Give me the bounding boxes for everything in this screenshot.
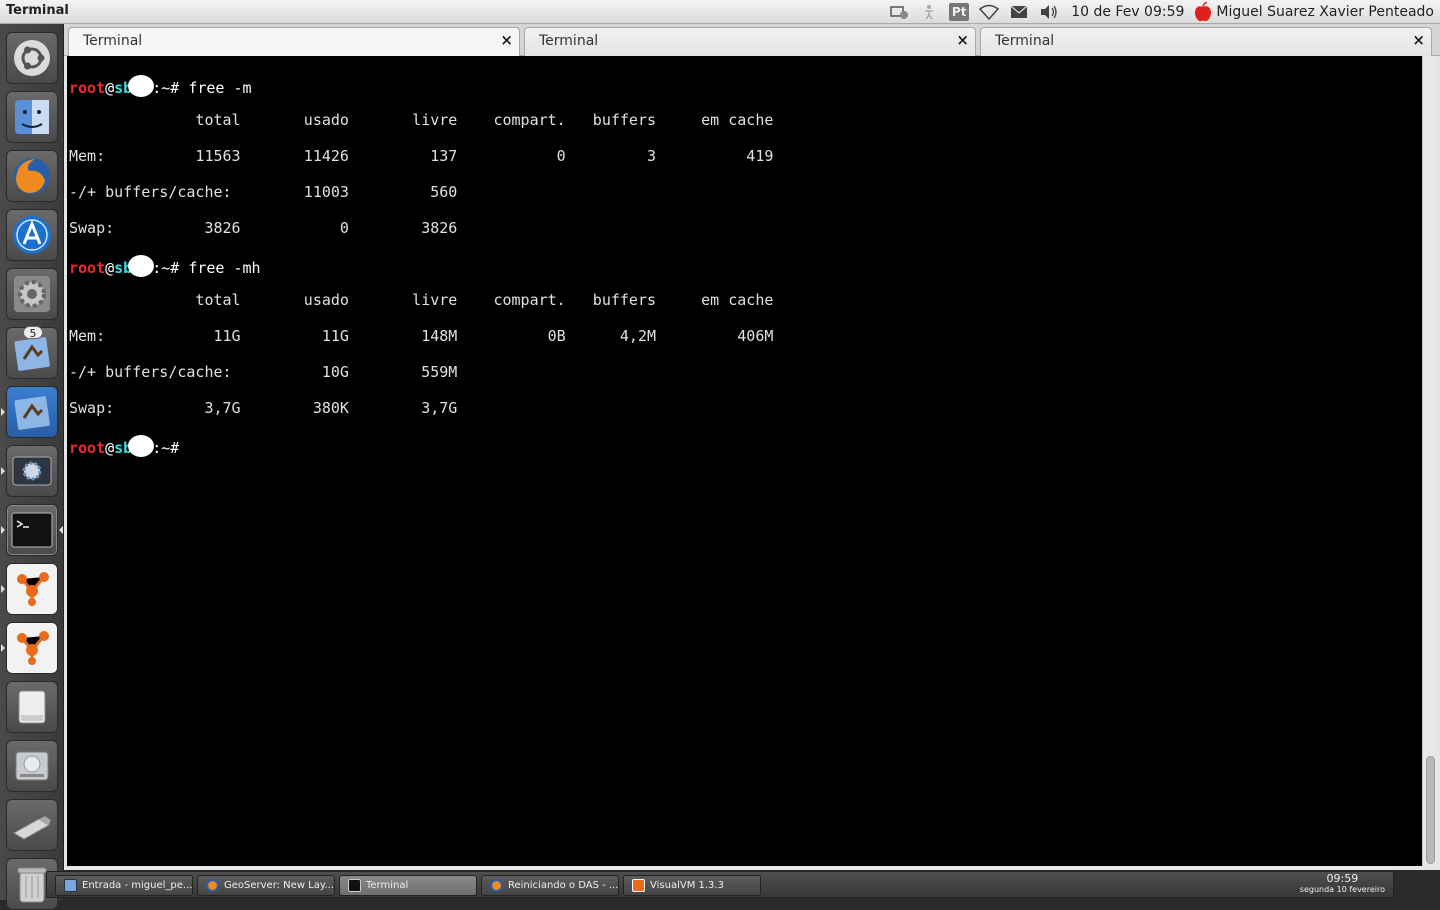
- command-text: free -m: [188, 79, 252, 97]
- output-line: Mem: 11G 11G 148M 0B 4,2M 406M: [69, 327, 774, 345]
- prompt-path: :~#: [152, 79, 189, 97]
- mail-icon-2[interactable]: [1, 386, 58, 438]
- task-label: Terminal: [366, 880, 409, 891]
- scrollbar-thumb[interactable]: [1426, 756, 1435, 864]
- taskbar: Entrada - miguel_pe... GeoServer: New La…: [46, 871, 1394, 898]
- output-line: Swap: 3826 0 3826: [69, 219, 458, 237]
- prompt-user: root: [69, 439, 106, 457]
- prompt-at: @: [105, 79, 115, 97]
- task-firefox-das[interactable]: Reiniciando o DAS - ...: [481, 875, 619, 896]
- prompt-path: :~#: [152, 259, 189, 277]
- firefox-task-icon: [490, 879, 503, 892]
- redaction-blot: [128, 75, 155, 97]
- task-label: GeoServer: New Lay...: [224, 880, 334, 891]
- accessibility-icon[interactable]: [919, 3, 939, 21]
- system-settings-icon[interactable]: [6, 268, 58, 320]
- messaging-envelope-icon[interactable]: [1009, 3, 1029, 21]
- network-manager-icon[interactable]: [889, 3, 909, 21]
- tab-close-icon[interactable]: ×: [956, 31, 969, 49]
- prompt-at: @: [105, 439, 115, 457]
- task-label: VisualVM 1.3.3: [650, 880, 724, 891]
- prompt-user: root: [69, 259, 106, 277]
- terminal-scrollbar[interactable]: [1422, 56, 1436, 866]
- prompt-line: root@sb:~# free -mh: [69, 255, 1420, 277]
- tab-terminal-2[interactable]: Terminal ×: [524, 27, 976, 56]
- terminal-icon[interactable]: [1, 504, 63, 556]
- prompt-user: root: [69, 79, 106, 97]
- task-geoserver[interactable]: GeoServer: New Lay...: [197, 875, 335, 896]
- mail-icon[interactable]: 5: [6, 326, 58, 379]
- task-label: Reiniciando o DAS - ...: [508, 880, 619, 891]
- unread-badge: 5: [23, 326, 43, 340]
- task-visualvm[interactable]: VisualVM 1.3.3: [623, 875, 761, 896]
- visualvm-task-icon: [632, 879, 645, 892]
- output-header: total usado livre compart. buffers em ca…: [69, 111, 774, 129]
- output-line: Mem: 11563 11426 137 0 3 419: [69, 147, 774, 165]
- panel-clock[interactable]: 10 de Fev 09:59: [1071, 4, 1184, 20]
- redaction-blot: [128, 435, 155, 457]
- indicator-area: Pt 10 de Fev 09:59 Miguel Suarez Xavier …: [889, 0, 1440, 24]
- output-line: -/+ buffers/cache: 11003 560: [69, 183, 458, 201]
- output-line: -/+ buffers/cache: 10G 559M: [69, 363, 458, 381]
- system-config-icon[interactable]: [1, 445, 58, 497]
- tab-terminal-3[interactable]: Terminal ×: [980, 27, 1432, 56]
- command-text: free -mh: [188, 259, 261, 277]
- taskbar-clock[interactable]: 09:59 segunda 10 fevereiro: [1300, 873, 1385, 895]
- wifi-icon[interactable]: [979, 3, 1000, 21]
- task-terminal[interactable]: Terminal: [339, 875, 477, 896]
- terminal-window: Terminal × Terminal × Terminal × root@sb…: [64, 24, 1440, 870]
- terminal-task-icon: [348, 879, 361, 892]
- tab-label: Terminal: [539, 33, 599, 49]
- files-finder-icon[interactable]: [6, 91, 58, 143]
- task-label: Entrada - miguel_pe...: [82, 880, 193, 891]
- volume-icon[interactable]: [1039, 3, 1059, 21]
- hard-disk-icon[interactable]: [6, 740, 58, 792]
- taskbar-date: segunda 10 fevereiro: [1299, 885, 1385, 894]
- mail-task-icon: [64, 879, 77, 892]
- tab-label: Terminal: [995, 33, 1055, 49]
- taskbar-time: 09:59: [1326, 872, 1359, 885]
- app-title: Terminal: [6, 3, 69, 18]
- firefox-icon[interactable]: [6, 150, 58, 202]
- visualvm-icon[interactable]: [1, 563, 58, 615]
- drive-icon[interactable]: [6, 681, 58, 733]
- tab-bar: Terminal × Terminal × Terminal ×: [64, 24, 1440, 56]
- keyboard-layout-indicator[interactable]: Pt: [949, 3, 970, 21]
- keyboard-layout-label: Pt: [951, 5, 967, 19]
- tab-terminal-1[interactable]: Terminal ×: [68, 27, 520, 56]
- prompt-line: root@sb:~#: [69, 435, 1420, 457]
- ubuntu-home-icon[interactable]: [6, 32, 58, 84]
- user-menu[interactable]: Miguel Suarez Xavier Penteado: [1194, 2, 1434, 22]
- user-name-label: Miguel Suarez Xavier Penteado: [1216, 4, 1434, 20]
- visualvm-icon-2[interactable]: [1, 622, 58, 674]
- output-header: total usado livre compart. buffers em ca…: [69, 291, 774, 309]
- app-store-icon[interactable]: [6, 209, 58, 261]
- tab-close-icon[interactable]: ×: [500, 31, 513, 49]
- output-line: Swap: 3,7G 380K 3,7G: [69, 399, 458, 417]
- prompt-line: root@sb:~# free -m: [69, 75, 1420, 97]
- prompt-path: :~#: [152, 439, 189, 457]
- prompt-at: @: [105, 259, 115, 277]
- top-panel: Terminal Pt 10 de Fev 09:59 Miguel Suare…: [0, 0, 1440, 24]
- redaction-blot: [128, 255, 155, 277]
- terminal-output[interactable]: root@sb:~# free -m total usado livre com…: [67, 56, 1422, 866]
- tab-label: Terminal: [83, 33, 143, 49]
- launcher: 5: [0, 24, 64, 910]
- apple-icon: [1195, 2, 1212, 22]
- usb-drive-icon[interactable]: [6, 799, 58, 851]
- firefox-task-icon: [206, 879, 219, 892]
- tab-close-icon[interactable]: ×: [1412, 31, 1425, 49]
- task-mail[interactable]: Entrada - miguel_pe...: [55, 875, 193, 896]
